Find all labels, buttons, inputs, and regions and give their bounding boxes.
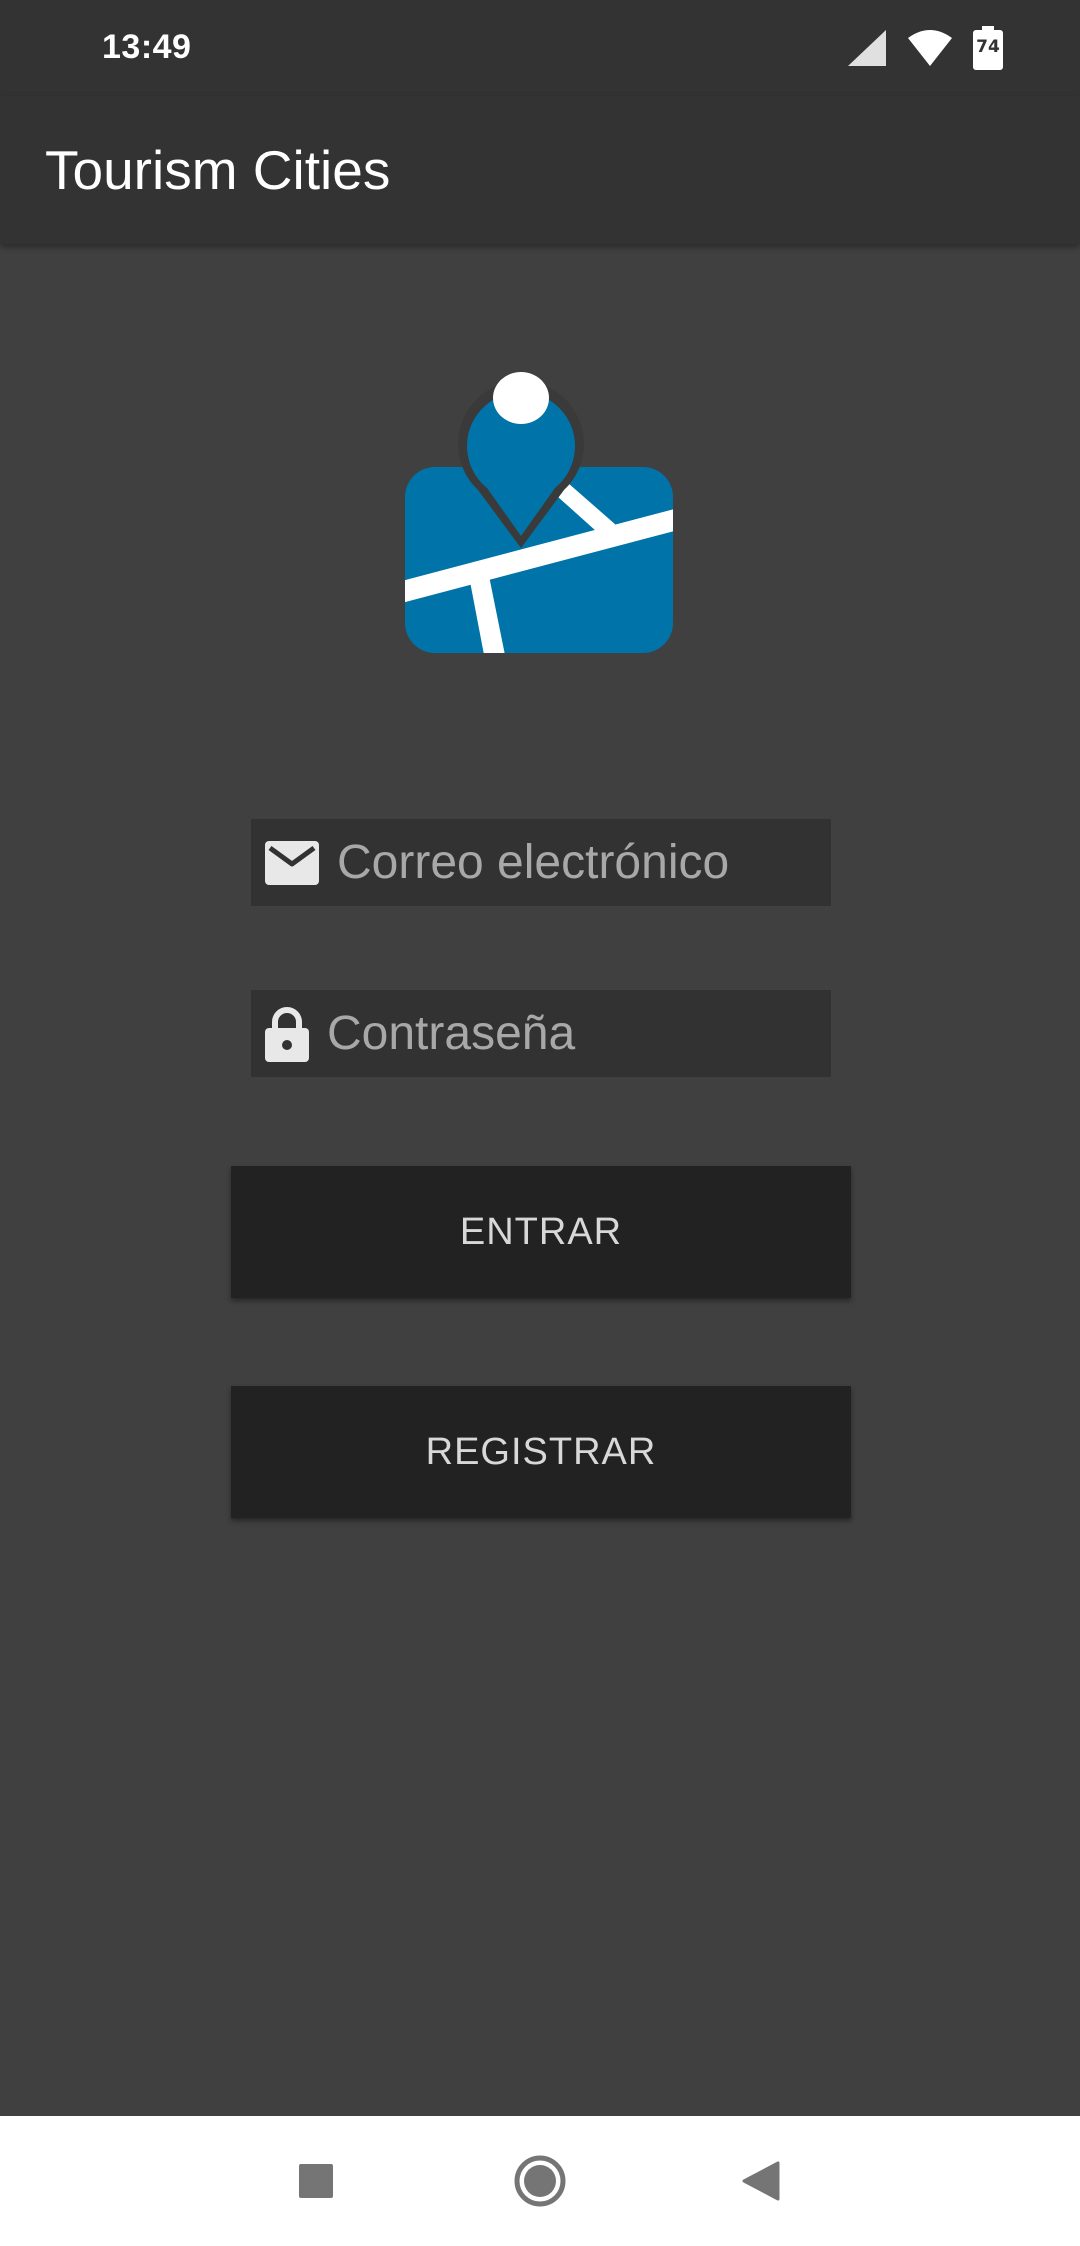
- mail-icon: [265, 835, 319, 891]
- password-input[interactable]: [309, 990, 948, 1077]
- register-button[interactable]: REGISTRAR: [231, 1386, 851, 1518]
- status-icons: 74: [844, 24, 1004, 72]
- recents-square-icon[interactable]: [281, 2146, 351, 2216]
- lock-icon: [265, 1006, 309, 1062]
- email-field[interactable]: [251, 819, 958, 906]
- navigation-bar: [0, 2116, 1080, 2246]
- battery-icon: 74: [972, 26, 1004, 70]
- app-bar: Tourism Cities: [0, 96, 1080, 244]
- back-triangle-icon[interactable]: [726, 2146, 796, 2216]
- battery-level: 74: [976, 37, 1000, 57]
- status-time: 13:49: [102, 28, 192, 66]
- home-circle-icon[interactable]: [505, 2146, 575, 2216]
- status-bar: 13:49 74: [0, 0, 1080, 96]
- cellular-signal-icon: [848, 30, 886, 66]
- app-title: Tourism Cities: [45, 139, 391, 201]
- map-location-icon: [405, 372, 673, 653]
- password-field[interactable]: [251, 990, 948, 1077]
- login-button[interactable]: ENTRAR: [231, 1166, 851, 1298]
- wifi-icon: [908, 30, 952, 66]
- email-input[interactable]: [319, 819, 958, 906]
